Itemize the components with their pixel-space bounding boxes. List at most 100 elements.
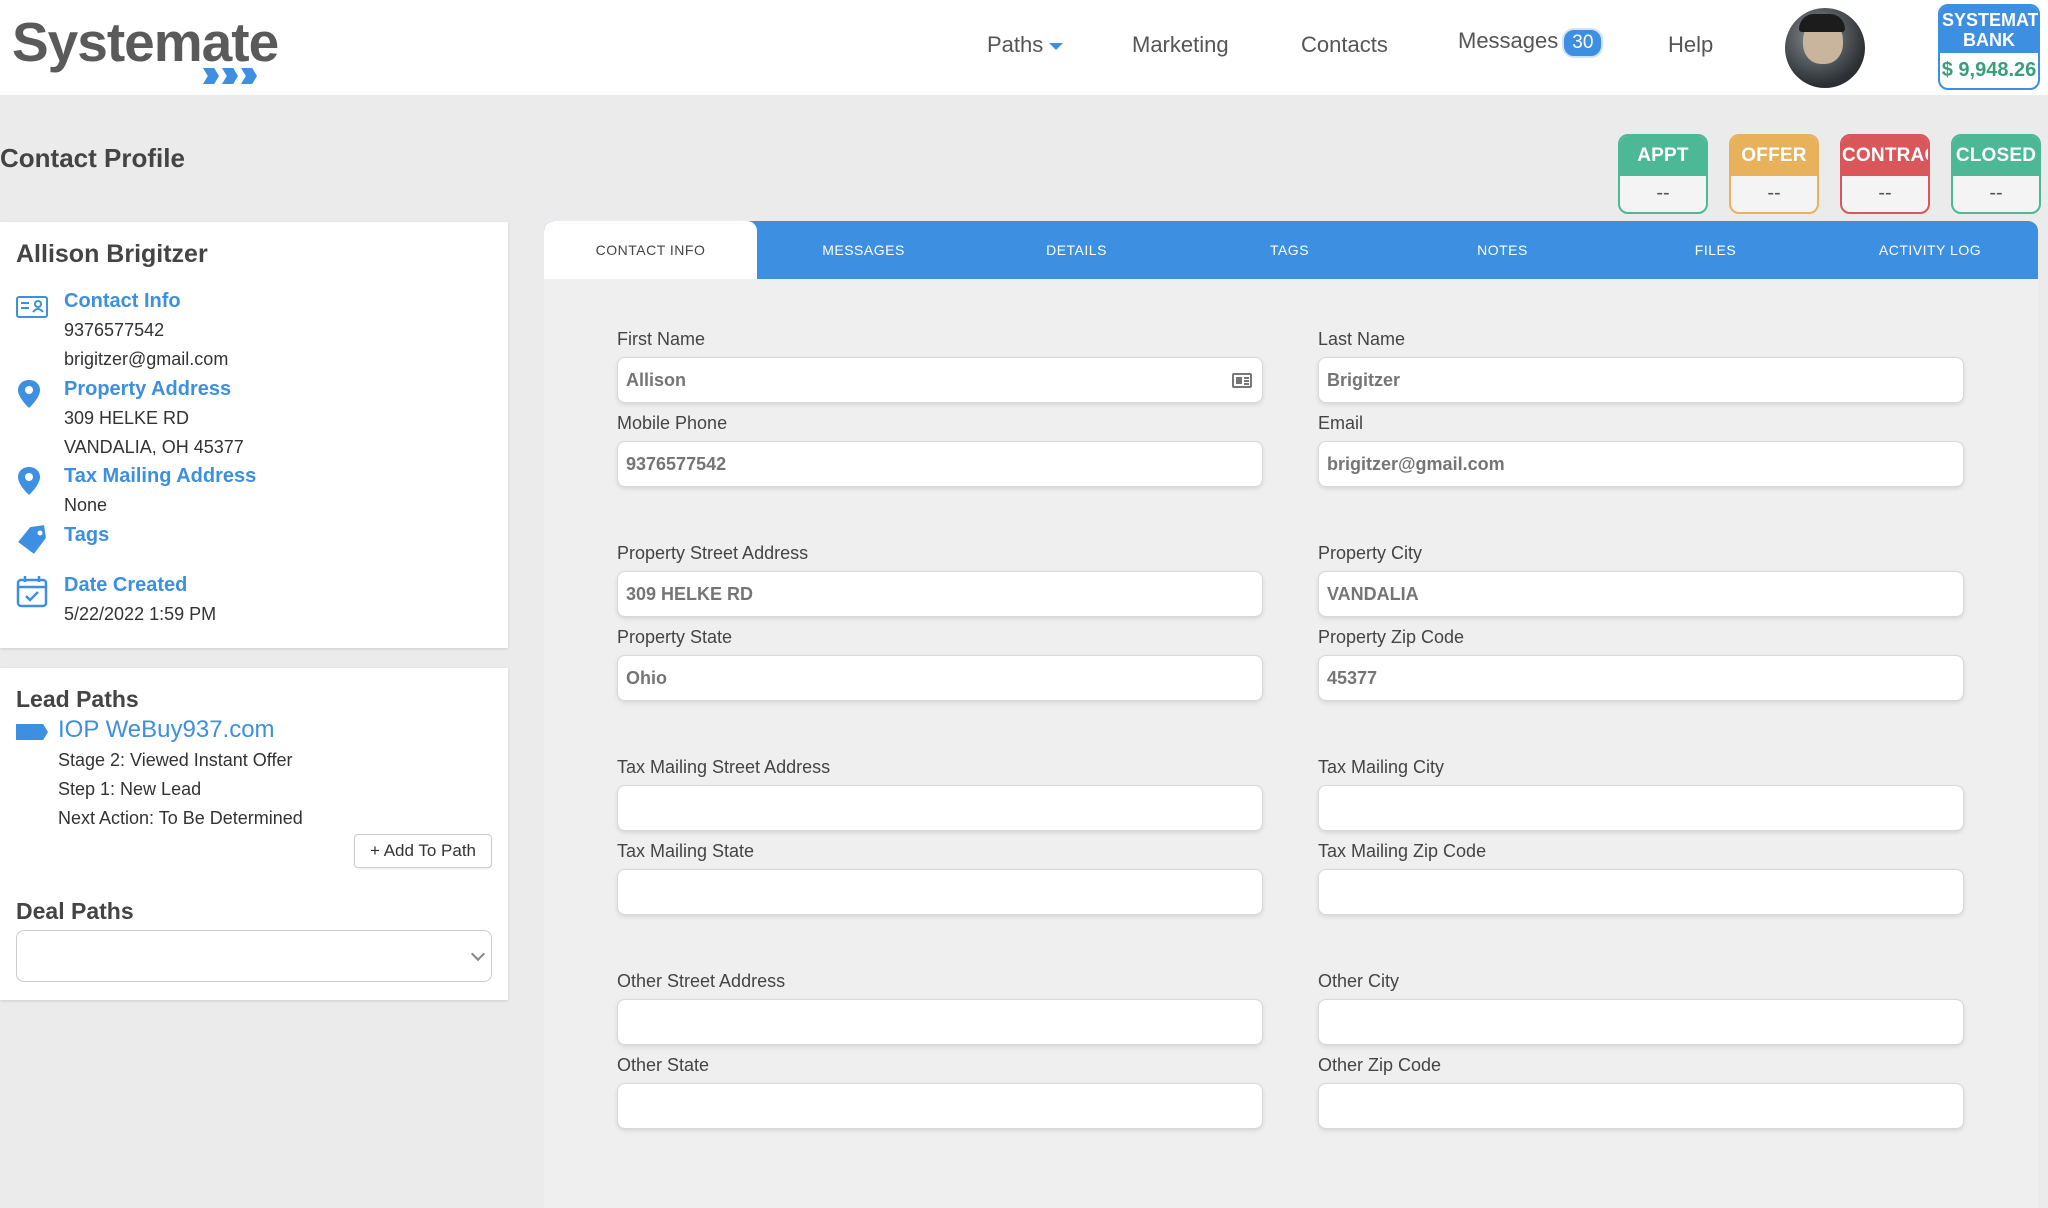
property-street-input[interactable] [618,572,1224,616]
tax-state-input[interactable] [618,870,1224,914]
last-name-label: Last Name [1318,329,1406,349]
other-zip-input[interactable] [1319,1084,1925,1128]
other-state-input[interactable] [618,1084,1224,1128]
last-name-input[interactable] [1319,358,1925,402]
first-name-field[interactable] [617,357,1263,403]
other-zip-field[interactable] [1318,1083,1964,1129]
page-title: Contact Profile [0,143,185,173]
status-offer[interactable]: OFFER -- [1729,134,1819,214]
deal-paths-select[interactable] [16,930,492,982]
nav-marketing[interactable]: Marketing [1132,32,1229,58]
tab-details[interactable]: DETAILS [970,221,1183,279]
email-field[interactable] [1318,441,1964,487]
logo-chevrons-icon [203,68,257,84]
date-created-label: Date Created [64,574,188,596]
tax-street-label: Tax Mailing Street Address [617,757,831,777]
tax-zip-input[interactable] [1319,870,1925,914]
contact-card-icon [16,296,48,318]
tab-messages[interactable]: MESSAGES [757,221,970,279]
other-street-field[interactable] [617,999,1263,1045]
other-street-input[interactable] [618,1000,1224,1044]
nav-help[interactable]: Help [1668,32,1713,58]
mobile-phone-input[interactable] [618,442,1224,486]
tax-state-field[interactable] [617,869,1263,915]
other-city-label: Other City [1318,971,1400,991]
lead-path-link[interactable]: IOP WeBuy937.com [58,716,275,744]
mobile-phone-field[interactable] [617,441,1263,487]
property-address-line1: 309 HELKE RD [64,408,190,428]
status-offer-value: -- [1767,182,1781,204]
property-city-label: Property City [1318,543,1423,563]
property-zip-field[interactable] [1318,655,1964,701]
status-appt-value: -- [1656,182,1670,204]
status-appt-label: APPT [1620,136,1706,176]
property-state-field[interactable] [617,655,1263,701]
nav-contacts[interactable]: Contacts [1301,32,1388,58]
property-city-input[interactable] [1319,572,1925,616]
contact-summary-card: Allison Brigitzer Contact Info 937657754… [0,222,508,648]
tags-label[interactable]: Tags [64,524,109,547]
last-name-field[interactable] [1318,357,1964,403]
property-city-field[interactable] [1318,571,1964,617]
tax-street-field[interactable] [617,785,1263,831]
first-name-input[interactable] [618,358,1224,402]
lead-path-step: Step 1: New Lead [58,779,202,799]
tab-tags[interactable]: TAGS [1183,221,1396,279]
property-address-label[interactable]: Property Address [64,378,231,401]
user-avatar[interactable] [1785,8,1865,88]
path-flag-icon [16,724,48,740]
other-city-field[interactable] [1318,999,1964,1045]
other-city-input[interactable] [1319,1000,1925,1044]
tab-files[interactable]: FILES [1609,221,1822,279]
bank-title-line1: SYSTEMATE [1942,10,2040,30]
lead-path-next-action: Next Action: To Be Determined [58,808,303,828]
contact-info-form: First Name Last Name Mobile Phone Email … [544,279,2038,1208]
property-street-field[interactable] [617,571,1263,617]
property-zip-label: Property Zip Code [1318,627,1465,647]
tab-contact-info[interactable]: CONTACT INFO [544,221,757,279]
status-contract-label: CONTRACT [1842,136,1928,176]
top-navbar: Systemate Paths Marketing Contacts Messa… [0,0,2048,95]
status-contract-value: -- [1878,182,1892,204]
status-contract[interactable]: CONTRACT -- [1840,134,1930,214]
property-address-line2: VANDALIA, OH 45377 [64,437,244,457]
tab-notes[interactable]: NOTES [1396,221,1609,279]
contact-card-icon [1232,373,1252,388]
property-zip-input[interactable] [1319,656,1925,700]
tax-city-field[interactable] [1318,785,1964,831]
status-closed[interactable]: CLOSED -- [1951,134,2041,214]
other-state-field[interactable] [617,1083,1263,1129]
main-nav: Paths Marketing Contacts Messages 30 Help [0,26,2048,66]
status-closed-value: -- [1989,182,2003,204]
lead-paths-title: Lead Paths [16,686,139,712]
tax-zip-field[interactable] [1318,869,1964,915]
tax-mailing-label[interactable]: Tax Mailing Address [64,465,256,488]
tax-state-label: Tax Mailing State [617,841,755,861]
tag-icon [18,525,46,554]
avatar-cap [1799,14,1845,32]
property-state-input[interactable] [618,656,1224,700]
bank-title: SYSTEMATE BANK [1940,6,2038,53]
chevron-down-icon [470,946,486,962]
tab-activity-log[interactable]: ACTIVITY LOG [1822,221,2038,279]
deal-paths-title: Deal Paths [16,898,134,924]
status-offer-label: OFFER [1731,136,1817,176]
contact-email: brigitzer@gmail.com [64,349,229,369]
add-to-path-button[interactable]: + Add To Path [354,834,492,868]
nav-paths[interactable]: Paths [987,32,1064,58]
calendar-check-icon [16,576,48,608]
email-input[interactable] [1319,442,1925,486]
tax-city-input[interactable] [1319,786,1925,830]
property-state-label: Property State [617,627,733,647]
nav-paths-label: Paths [987,32,1044,57]
bank-title-line2: BANK [1963,30,2015,50]
caret-down-icon [1049,42,1064,50]
profile-tabs: CONTACT INFO MESSAGES DETAILS TAGS NOTES… [544,221,2038,279]
tax-mailing-value: None [64,495,108,515]
systemate-bank-button[interactable]: SYSTEMATE BANK $ 9,948.26 [1938,4,2040,90]
other-zip-label: Other Zip Code [1318,1055,1442,1075]
status-appt[interactable]: APPT -- [1618,134,1708,214]
tax-street-input[interactable] [618,786,1224,830]
contact-info-label[interactable]: Contact Info [64,290,181,313]
nav-messages[interactable]: Messages 30 [1458,28,1604,58]
